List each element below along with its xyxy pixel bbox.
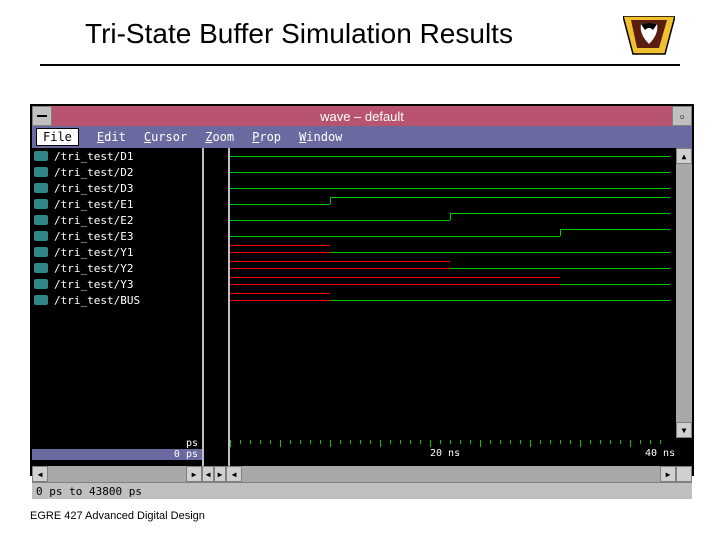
maximize-button[interactable]: ▫ [672, 106, 692, 126]
horizontal-scrollbars: ◀ ▶ ◀ ▶ ◀ ▶ [32, 466, 692, 482]
scroll-down-icon[interactable]: ▼ [676, 422, 692, 438]
signal-name: /tri_test/Y3 [54, 278, 133, 291]
signal-icon [34, 279, 48, 289]
signal-row[interactable]: /tri_test/D1 [32, 148, 202, 164]
window-titlebar: wave – default ▫ [32, 106, 692, 126]
vt-logo [623, 16, 675, 60]
signal-row[interactable]: /tri_test/Y3 [32, 276, 202, 292]
signal-name: /tri_test/Y2 [54, 262, 133, 275]
signal-icon [34, 199, 48, 209]
scrollbar-corner [676, 466, 692, 482]
time-ruler: ps 0 ps 20 ns 40 ns [32, 438, 692, 466]
scroll-left-icon[interactable]: ◀ [226, 466, 242, 482]
signal-name-column: /tri_test/D1 /tri_test/D2 /tri_test/D3 /… [32, 148, 204, 438]
signal-row[interactable]: /tri_test/Y2 [32, 260, 202, 276]
cursor-time: 0 ps [32, 449, 202, 460]
name-col-scrollbar[interactable]: ◀ ▶ [32, 466, 202, 482]
menu-cursor[interactable]: Cursor [144, 130, 187, 144]
signal-row[interactable]: /tri_test/E3 [32, 228, 202, 244]
ruler-label-20ns: 20 ns [430, 448, 460, 459]
signal-icon [34, 247, 48, 257]
time-unit-label: ps [32, 438, 202, 449]
signal-row[interactable]: /tri_test/D3 [32, 180, 202, 196]
signal-row[interactable]: /tri_test/D2 [32, 164, 202, 180]
scroll-right-icon[interactable]: ▶ [186, 466, 202, 482]
vertical-scrollbar[interactable]: ▲ ▼ [676, 148, 692, 438]
scroll-left-icon[interactable]: ◀ [202, 466, 214, 482]
menu-prop[interactable]: Prop [252, 130, 281, 144]
scroll-right-icon[interactable]: ▶ [214, 466, 226, 482]
menu-edit[interactable]: Edit [97, 130, 126, 144]
waveform-window: wave – default ▫ File Edit Cursor Zoom P… [30, 104, 694, 476]
wave-scrollbar[interactable]: ◀ ▶ [226, 466, 676, 482]
page-title: Tri-State Buffer Simulation Results [85, 18, 513, 50]
signal-icon [34, 183, 48, 193]
signal-icon [34, 231, 48, 241]
ruler-canvas[interactable]: 20 ns 40 ns [230, 438, 676, 466]
signal-name: /tri_test/E2 [54, 214, 133, 227]
slide-footer: EGRE 427 Advanced Digital Design [30, 510, 205, 522]
signal-icon [34, 295, 48, 305]
menu-bar: File Edit Cursor Zoom Prop Window [32, 126, 692, 148]
ruler-label-40ns: 40 ns [645, 448, 675, 459]
signal-row[interactable]: /tri_test/BUS [32, 292, 202, 308]
signal-icon [34, 151, 48, 161]
signal-row[interactable]: /tri_test/E1 [32, 196, 202, 212]
scroll-right-icon[interactable]: ▶ [660, 466, 676, 482]
scroll-up-icon[interactable]: ▲ [676, 148, 692, 164]
signal-row[interactable]: /tri_test/E2 [32, 212, 202, 228]
signal-value-column [204, 148, 230, 438]
window-title: wave – default [52, 109, 672, 124]
menu-file[interactable]: File [36, 128, 79, 146]
title-divider [40, 64, 680, 66]
signal-name: /tri_test/BUS [54, 294, 140, 307]
waveform-canvas[interactable] [230, 148, 676, 438]
signal-name: /tri_test/D2 [54, 166, 133, 179]
signal-icon [34, 215, 48, 225]
scroll-track[interactable] [676, 164, 692, 422]
signal-name: /tri_test/Y1 [54, 246, 133, 259]
scroll-left-icon[interactable]: ◀ [32, 466, 48, 482]
menu-zoom[interactable]: Zoom [205, 130, 234, 144]
status-bar: 0 ps to 43800 ps [32, 482, 692, 499]
signal-name: /tri_test/D1 [54, 150, 133, 163]
signal-icon [34, 263, 48, 273]
menu-window[interactable]: Window [299, 130, 342, 144]
system-menu-icon[interactable] [32, 106, 52, 126]
signal-name: /tri_test/D3 [54, 182, 133, 195]
signal-row[interactable]: /tri_test/Y1 [32, 244, 202, 260]
signal-icon [34, 167, 48, 177]
val-col-scrollbar[interactable]: ◀ ▶ [202, 466, 226, 482]
signal-name: /tri_test/E3 [54, 230, 133, 243]
waveform-area: /tri_test/D1 /tri_test/D2 /tri_test/D3 /… [32, 148, 692, 438]
signal-name: /tri_test/E1 [54, 198, 133, 211]
